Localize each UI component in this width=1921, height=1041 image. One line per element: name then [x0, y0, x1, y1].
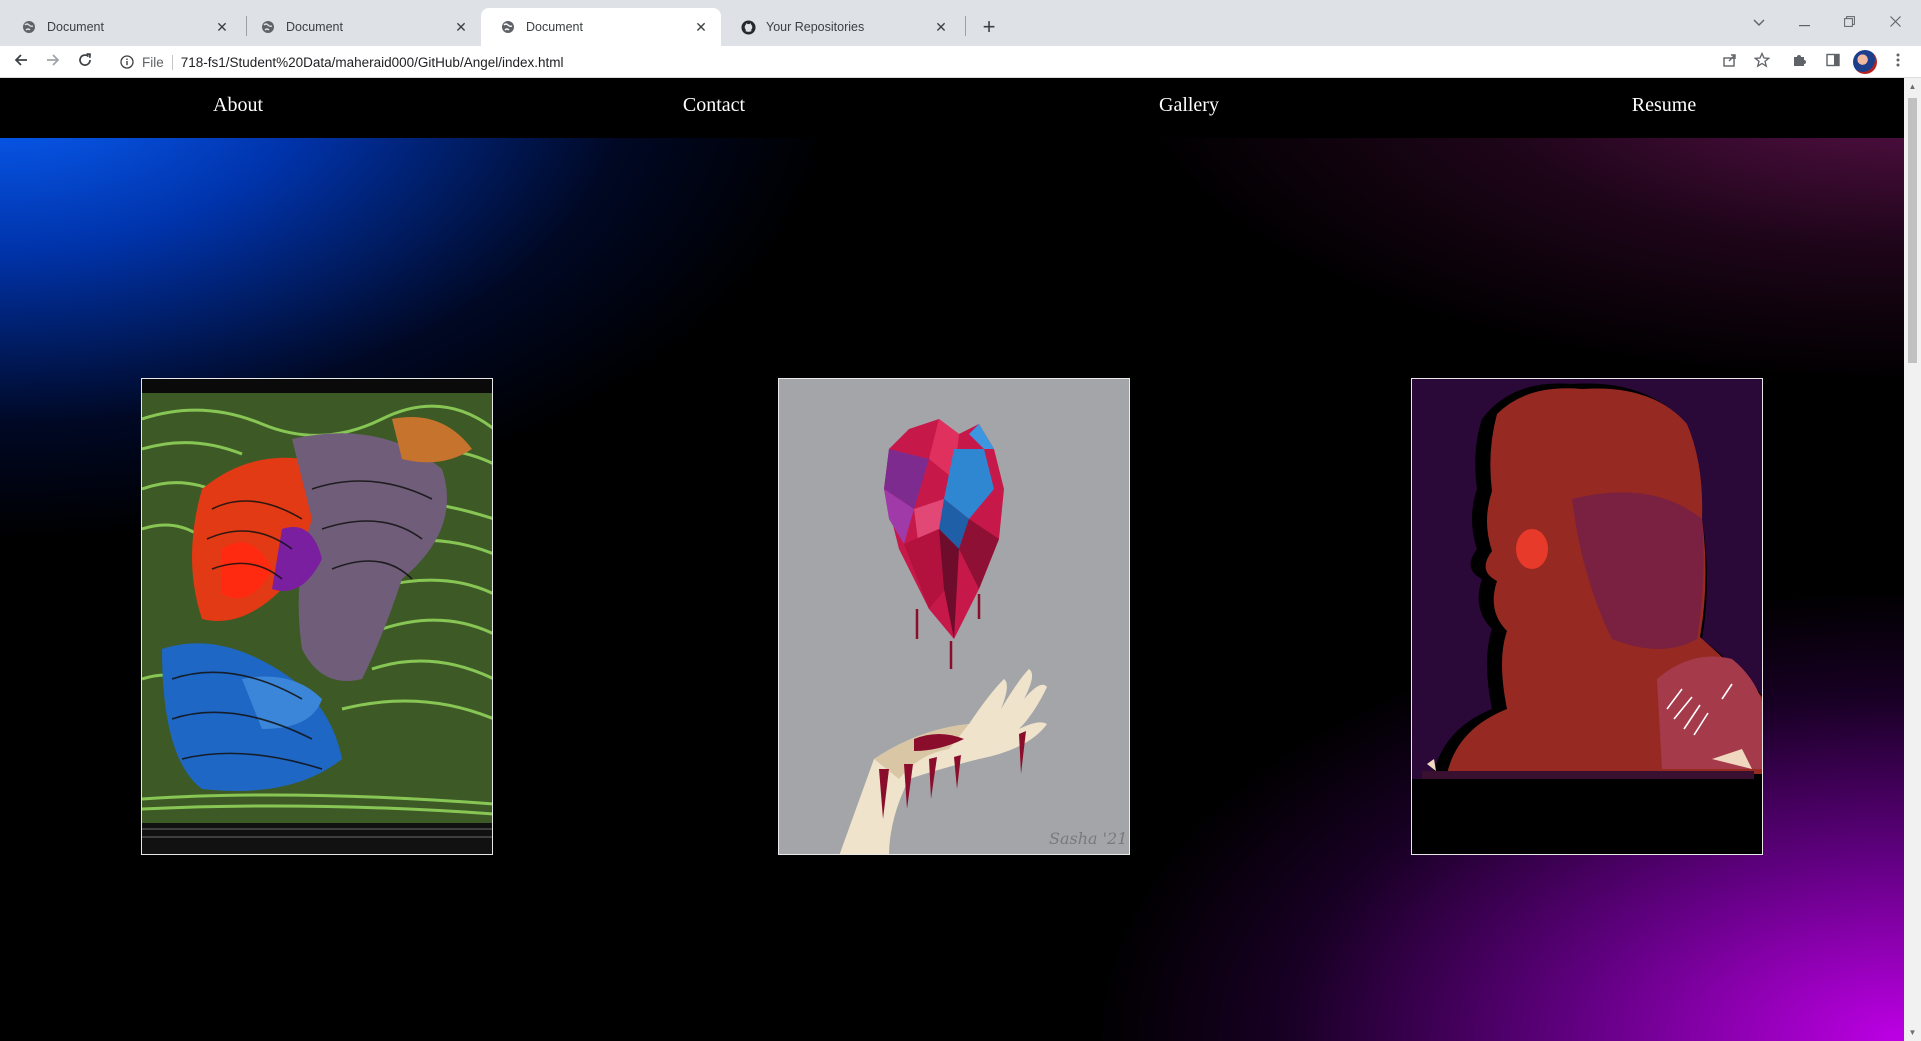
close-icon[interactable]: ✕	[933, 19, 949, 35]
globe-icon	[21, 19, 37, 35]
scroll-down-icon[interactable]: ▼	[1904, 1024, 1921, 1041]
nav-about-link[interactable]: About	[138, 94, 338, 117]
profile-avatar[interactable]	[1853, 50, 1877, 74]
minimize-icon	[1798, 14, 1810, 30]
forward-button[interactable]	[41, 50, 65, 74]
tab-title: Document	[286, 20, 343, 34]
share-icon	[1722, 52, 1738, 73]
bookmark-button[interactable]	[1750, 50, 1774, 74]
puzzle-icon	[1792, 52, 1808, 73]
address-bar[interactable]: File 718-fs1/Student%20Data/maheraid000/…	[110, 47, 1800, 77]
back-button[interactable]	[9, 50, 33, 74]
tab-document-active[interactable]: Document ✕	[481, 8, 721, 46]
close-icon[interactable]: ✕	[214, 19, 230, 35]
close-icon[interactable]: ✕	[453, 19, 469, 35]
tab-strip: Document ✕ Document ✕ Document ✕ Your Re…	[0, 0, 1921, 46]
restore-icon	[1843, 14, 1855, 30]
info-icon[interactable]	[118, 53, 136, 71]
tab-title: Document	[526, 20, 583, 34]
tab-title: Document	[47, 20, 104, 34]
close-icon	[1889, 14, 1901, 30]
artwork-red-silhouette	[1412, 379, 1762, 854]
tab-title: Your Repositories	[766, 20, 865, 34]
new-tab-button[interactable]: +	[975, 13, 1003, 41]
minimize-button[interactable]	[1787, 8, 1821, 36]
restore-button[interactable]	[1832, 8, 1866, 36]
share-button[interactable]	[1718, 50, 1742, 74]
nav-gallery-link[interactable]: Gallery	[1089, 94, 1289, 117]
gallery-image-polygon-heart[interactable]: Sasha '21	[778, 378, 1130, 855]
globe-icon	[260, 19, 276, 35]
page-scrollbar[interactable]: ▲ ▼	[1904, 78, 1921, 1041]
plus-icon: +	[982, 14, 996, 39]
kebab-menu-icon	[1896, 52, 1900, 73]
github-icon	[740, 19, 756, 35]
reload-button[interactable]	[73, 50, 97, 74]
browser-chrome: Document ✕ Document ✕ Document ✕ Your Re…	[0, 0, 1921, 78]
gallery-image-abstract-portrait[interactable]	[141, 378, 493, 855]
chevron-down-icon	[1753, 14, 1765, 30]
reload-icon	[77, 52, 93, 73]
site-navbar: About Contact Gallery Resume	[0, 78, 1904, 138]
url-scheme: File	[142, 54, 173, 70]
artwork-abstract-portrait	[142, 379, 492, 854]
tab-document-2[interactable]: Document ✕	[241, 8, 481, 46]
scroll-up-icon[interactable]: ▲	[1904, 78, 1921, 95]
tab-separator	[965, 16, 966, 36]
close-icon[interactable]: ✕	[693, 19, 709, 35]
globe-icon	[500, 19, 516, 35]
page-viewport: About Contact Gallery Resume Sasha '21	[0, 78, 1904, 1041]
arrow-left-icon	[13, 52, 29, 73]
menu-button[interactable]	[1886, 50, 1910, 74]
extensions-button[interactable]	[1788, 50, 1812, 74]
scrollbar-thumb[interactable]	[1908, 98, 1917, 363]
side-panel-button[interactable]	[1821, 50, 1845, 74]
gallery-image-red-silhouette[interactable]	[1411, 378, 1763, 855]
tab-search-button[interactable]	[1742, 8, 1776, 36]
star-icon	[1753, 51, 1771, 73]
artwork-polygon-heart-hand: Sasha '21	[779, 379, 1129, 854]
close-window-button[interactable]	[1878, 8, 1912, 36]
artist-signature: Sasha '21	[1049, 829, 1127, 848]
nav-resume-link[interactable]: Resume	[1564, 94, 1764, 117]
browser-toolbar: File 718-fs1/Student%20Data/maheraid000/…	[0, 46, 1921, 78]
nav-contact-link[interactable]: Contact	[614, 94, 814, 117]
url-text[interactable]: 718-fs1/Student%20Data/maheraid000/GitHu…	[181, 55, 564, 70]
tab-document-1[interactable]: Document ✕	[2, 8, 242, 46]
side-panel-icon	[1825, 52, 1841, 73]
arrow-right-icon	[45, 52, 61, 73]
tab-your-repositories[interactable]: Your Repositories ✕	[721, 8, 961, 46]
